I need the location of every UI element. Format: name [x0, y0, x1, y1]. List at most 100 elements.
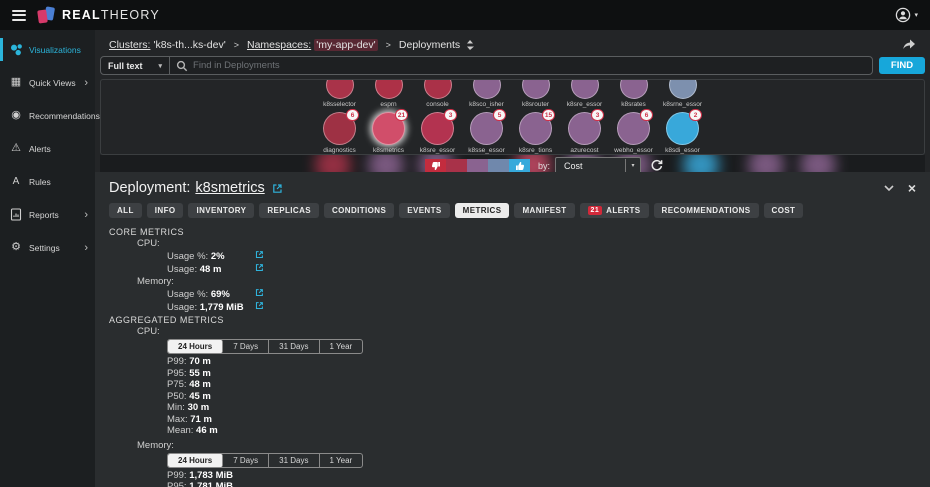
by-label: by:: [538, 160, 551, 171]
sidebar-item-rules[interactable]: A Rules: [0, 165, 95, 198]
alert-count-badge: 15: [542, 109, 555, 121]
bubble-circle[interactable]: [325, 80, 354, 99]
bubble-circle[interactable]: [570, 80, 599, 99]
bubble-k8sselector[interactable]: k8sselector: [315, 80, 364, 108]
bubble-label: diagnostics: [323, 147, 356, 154]
tab-cost[interactable]: COST: [763, 203, 804, 218]
legend-scale-segment: [488, 159, 509, 172]
panel-controls: ×: [884, 181, 916, 195]
hamburger-menu-icon[interactable]: [12, 9, 26, 21]
tab-all[interactable]: ALL: [109, 203, 142, 218]
time-tab-1-year[interactable]: 1 Year: [320, 340, 363, 353]
bubble-esprn[interactable]: esprn: [364, 80, 413, 108]
search-mode-select[interactable]: Full text ▾: [101, 57, 171, 74]
tab-inventory[interactable]: INVENTORY: [188, 203, 255, 218]
time-tab-24-hours[interactable]: 24 Hours: [168, 453, 224, 467]
bubble-k8sse-essor[interactable]: 5 k8sse_essor: [462, 109, 511, 154]
tab-conditions[interactable]: CONDITIONS: [323, 203, 395, 218]
bubble-label: k8sdi_essor: [665, 147, 700, 154]
search-input[interactable]: Find in Deployments: [193, 60, 280, 71]
open-chart-icon[interactable]: [255, 301, 264, 314]
tab-events[interactable]: EVENTS: [399, 203, 450, 218]
thumbs-up-icon: [509, 159, 530, 172]
sort-arrows-icon[interactable]: [466, 39, 475, 51]
bubble-k8smetrics[interactable]: 21 k8smetrics: [364, 109, 413, 154]
sidebar-item-quick-views[interactable]: ▦ Quick Views ›: [0, 66, 95, 99]
find-button[interactable]: FIND: [879, 57, 925, 74]
bubble-azurecost[interactable]: 3 azurecost: [560, 109, 609, 154]
stat-label: P95:: [167, 481, 187, 487]
time-tab-31-days[interactable]: 31 Days: [269, 340, 320, 353]
bubble-k8srne-essor[interactable]: k8srne_essor: [658, 80, 707, 108]
tab-recommendations[interactable]: RECOMMENDATIONS: [653, 203, 759, 218]
sidebar-item-alerts[interactable]: ⚠ Alerts: [0, 132, 95, 165]
warning-triangle-icon: ⚠: [11, 142, 21, 154]
brand-title: REALTHEORY: [62, 8, 160, 22]
bubble-diagnostics[interactable]: 6 diagnostics: [315, 109, 364, 154]
time-tab-24-hours[interactable]: 24 Hours: [168, 340, 224, 353]
bubble-k8srates[interactable]: k8srates: [609, 80, 658, 108]
stat-value: 48 m: [189, 379, 211, 390]
bubble-k8sre-essor[interactable]: 3 k8sre_essor: [413, 109, 462, 154]
breadcrumb-separator: >: [233, 40, 239, 50]
external-link-icon[interactable]: [272, 183, 283, 194]
bubble-k8sco-isher[interactable]: k8sco_isher: [462, 80, 511, 108]
cpu-stat-p95: P95: 55 m: [109, 368, 930, 380]
bubble-k8srouter[interactable]: k8srouter: [511, 80, 560, 108]
bubble-k8sdi-essor[interactable]: 2 k8sdi_essor: [658, 109, 707, 154]
bubble-k8sre-essor[interactable]: k8sre_essor: [560, 80, 609, 108]
user-menu[interactable]: ▾: [895, 7, 918, 23]
bubble-circle[interactable]: [423, 80, 452, 99]
panel-title: Deployment: k8smetrics: [109, 180, 265, 196]
aggregated-cpu-label: CPU:: [137, 326, 160, 337]
cpu-stat-p50: P50: 45 m: [109, 391, 930, 403]
sidebar-item-reports[interactable]: Reports ›: [0, 198, 95, 231]
time-tab-1-year[interactable]: 1 Year: [320, 454, 363, 467]
bubble-label: k8srne_essor: [662, 101, 703, 108]
tab-metrics[interactable]: METRICS: [454, 203, 510, 218]
open-chart-icon[interactable]: [255, 263, 264, 276]
stat-label: P95:: [167, 367, 187, 379]
open-chart-icon[interactable]: [255, 250, 264, 263]
bubble-circle[interactable]: [472, 80, 501, 99]
time-tab-31-days[interactable]: 31 Days: [269, 453, 320, 467]
bubble-circle[interactable]: [374, 80, 403, 99]
sidebar-item-visualizations[interactable]: Visualizations: [0, 33, 95, 66]
refresh-icon[interactable]: [650, 159, 663, 172]
bubble-webho-essor[interactable]: 6 webho_essor: [609, 109, 658, 154]
tab-alerts[interactable]: 21 ALERTS: [579, 203, 649, 218]
panel-tabs: ALL INFO INVENTORY REPLICAS CONDITIONS E…: [109, 203, 930, 218]
open-chart-icon[interactable]: [255, 288, 264, 301]
tab-replicas[interactable]: REPLICAS: [259, 203, 319, 218]
breadcrumb-namespaces-link[interactable]: Namespaces:: [247, 39, 311, 51]
sidebar-item-settings[interactable]: ⚙ Settings ›: [0, 231, 95, 264]
panel-title-deployment-name[interactable]: k8smetrics: [195, 180, 264, 196]
breadcrumb: Clusters: 'k8s-th...ks-dev' > Namespaces…: [95, 30, 930, 51]
core-cpu-usage: Usage: 48 m: [109, 263, 930, 276]
chevron-down-icon: ▾: [625, 158, 640, 173]
grid-icon: ▦: [10, 76, 22, 88]
share-arrow-icon[interactable]: [902, 38, 916, 53]
bubble-k8sre-tions[interactable]: 15 k8sre_tions: [511, 109, 560, 154]
close-icon[interactable]: ×: [908, 181, 916, 195]
breadcrumb-deployments[interactable]: Deployments: [399, 39, 460, 51]
core-memory-usage: Usage: 1,779 MiB: [109, 301, 930, 314]
sidebar-item-recommendations[interactable]: ◉ Recommendations: [0, 99, 100, 132]
tab-info[interactable]: INFO: [146, 203, 184, 218]
chevron-right-icon: ›: [84, 241, 88, 254]
time-tab-7-days[interactable]: 7 Days: [223, 453, 270, 467]
bubble-circle[interactable]: [668, 80, 697, 99]
user-menu-caret-icon: ▾: [914, 12, 918, 19]
bubble-row-1: k8sselector esprn console k8sco_isher k8…: [315, 80, 707, 108]
bubble-circle[interactable]: [619, 80, 648, 99]
bubble-circle[interactable]: [521, 80, 550, 99]
stat-value: 1,783 MiB: [189, 469, 234, 481]
bubble-label: k8smetrics: [372, 147, 405, 154]
tab-manifest[interactable]: MANIFEST: [514, 203, 575, 218]
breadcrumb-clusters-link[interactable]: Clusters:: [109, 39, 150, 51]
bubble-console[interactable]: console: [413, 80, 462, 108]
breadcrumb-namespaces-value: 'my-app-dev': [314, 39, 378, 51]
memory-time-range-tabs: 24 Hours 7 Days 31 Days 1 Year: [167, 452, 364, 468]
collapse-chevron-icon[interactable]: [884, 184, 894, 192]
time-tab-7-days[interactable]: 7 Days: [223, 340, 270, 353]
